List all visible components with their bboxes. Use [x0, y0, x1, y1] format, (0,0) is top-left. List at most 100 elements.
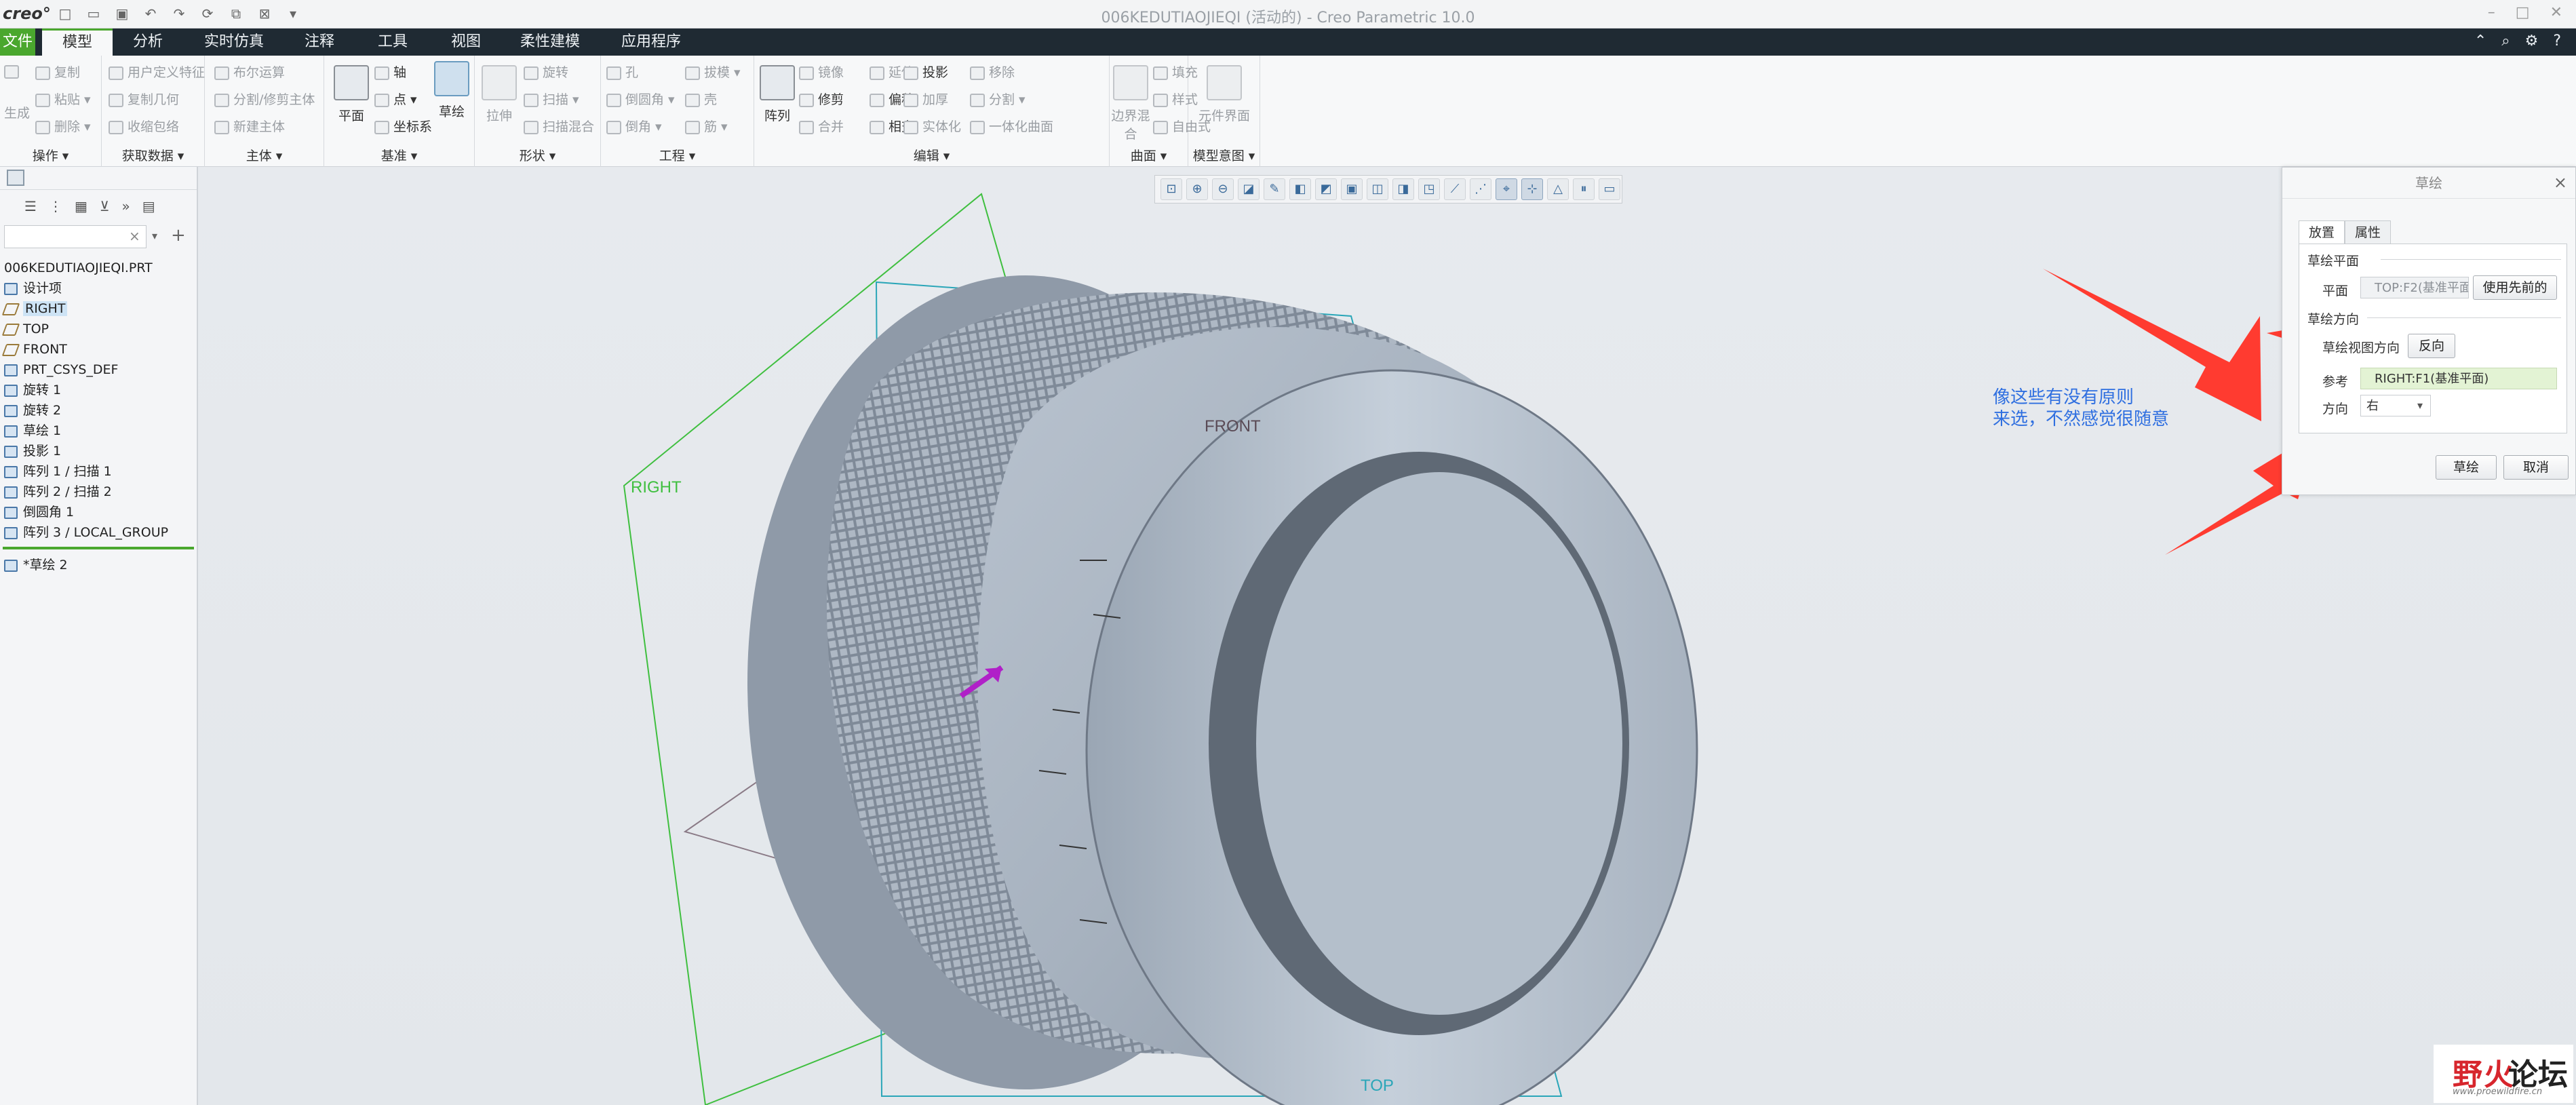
extrude-button[interactable]: 拉伸 [477, 65, 521, 124]
pattern-button[interactable]: 阵列 [757, 65, 798, 124]
model-tree-tab-icon[interactable] [7, 170, 24, 186]
tree-item[interactable]: 旋转 2 [0, 400, 197, 421]
pause-icon[interactable]: ⏸ [1573, 178, 1595, 200]
graphics-viewport[interactable]: RIGHT FRONT TOP [198, 167, 2576, 1105]
zoom-out-icon[interactable]: ⊖ [1212, 178, 1234, 200]
trim-button[interactable]: 修剪 [799, 90, 844, 108]
reference-field[interactable]: RIGHT:F1(基准平面) [2360, 368, 2557, 389]
tree-item[interactable]: 阵列 3 / LOCAL_GROUP [0, 522, 197, 543]
tree-filter-icon[interactable]: ⊻ [100, 198, 110, 214]
group-label-model-intent[interactable]: 模型意图 ▾ [1188, 146, 1260, 164]
minimize-icon[interactable]: – [2488, 4, 2495, 21]
csys-button[interactable]: 坐标系 [374, 117, 432, 135]
tree-item[interactable]: 旋转 1 [0, 380, 197, 400]
shell-button[interactable]: 壳 [685, 90, 717, 108]
tree-item[interactable]: 阵列 2 / 扫描 2 [0, 482, 197, 502]
tab-applications[interactable]: 应用程序 [610, 28, 692, 56]
spin-center-icon[interactable]: ⌖ [1496, 178, 1517, 200]
copy-geometry-button[interactable]: 复制几何 [109, 90, 179, 108]
remove-button[interactable]: 移除 [970, 62, 1015, 81]
thicken-button[interactable]: 加厚 [903, 90, 948, 108]
tree-settings-icon[interactable]: ▤ [142, 198, 155, 214]
project-button[interactable]: 投影 [903, 62, 948, 81]
chamfer-button[interactable]: 倒角 ▾ [606, 117, 662, 135]
tree-item[interactable]: 草绘 1 [0, 421, 197, 441]
paste-button[interactable]: 粘贴 ▾ [35, 90, 91, 108]
tab-tools[interactable]: 工具 [362, 28, 423, 56]
delete-button[interactable]: 删除 ▾ [35, 117, 91, 135]
more-tools-icon[interactable]: ▭ [1599, 178, 1620, 200]
tree-root[interactable]: 006KEDUTIAOJIEQI.PRT [0, 258, 197, 278]
group-label-datum[interactable]: 基准 ▾ [324, 146, 474, 164]
sweep-button[interactable]: 扫描 ▾ [524, 90, 579, 108]
revolve-button[interactable]: 旋转 [524, 62, 568, 81]
tree-item[interactable]: PRT_CSYS_DEF [0, 360, 197, 380]
flip-direction-button[interactable]: 反向 [2408, 334, 2455, 358]
clear-search-icon[interactable]: × [129, 228, 140, 244]
search-dropdown-icon[interactable]: ▾ [152, 229, 157, 242]
zoom-in-icon[interactable]: ⊕ [1186, 178, 1208, 200]
tab-live-simulation[interactable]: 实时仿真 [190, 28, 278, 56]
refit-icon[interactable]: ⊡ [1160, 178, 1182, 200]
udf-button[interactable]: 用户定义特征 [109, 62, 205, 81]
draft-button[interactable]: 拔模 ▾ [685, 62, 741, 81]
shrinkwrap-button[interactable]: 收缩包络 [109, 117, 179, 135]
collapse-ribbon-icon[interactable]: ⌃ [2474, 33, 2486, 50]
annotation-display-icon[interactable]: ⋰ [1470, 178, 1491, 200]
round-button[interactable]: 倒圆角 ▾ [606, 90, 675, 108]
view-manager-icon[interactable]: ✎ [1264, 178, 1285, 200]
cancel-button[interactable]: 取消 [2503, 455, 2569, 480]
close-icon[interactable]: ✕ [2550, 4, 2562, 21]
tab-model[interactable]: 模型 [42, 28, 113, 56]
tree-item[interactable]: TOP [0, 319, 197, 339]
chevron-down-icon[interactable]: ▾ [2417, 399, 2423, 412]
tab-annotate[interactable]: 注释 [289, 28, 350, 56]
repaint-icon[interactable]: ◪ [1238, 178, 1260, 200]
display-style-icon[interactable]: ◧ [1289, 178, 1311, 200]
merge-button[interactable]: 合并 [799, 117, 844, 135]
tree-columns-icon[interactable]: ⋮ [49, 198, 62, 214]
sketch-ok-button[interactable]: 草绘 [2436, 455, 2497, 480]
shading-icon[interactable]: △ [1547, 178, 1569, 200]
settings-icon[interactable]: ⚙ [2525, 33, 2539, 50]
orient-icon[interactable]: ◳ [1418, 178, 1440, 200]
tab-view[interactable]: 视图 [435, 28, 496, 56]
tab-file[interactable]: 文件 [0, 28, 35, 56]
group-label-editing[interactable]: 编辑 ▾ [754, 146, 1109, 164]
tree-item[interactable]: RIGHT [0, 298, 197, 319]
boolean-button[interactable]: 布尔运算 [214, 62, 285, 81]
sketch-button[interactable]: 草绘 [431, 61, 472, 120]
sketch-view-icon[interactable]: ⊹ [1521, 178, 1543, 200]
tab-placement[interactable]: 放置 [2299, 220, 2345, 244]
mirror-button[interactable]: 镜像 [799, 62, 844, 81]
insert-here-marker[interactable] [3, 547, 194, 549]
group-label-get-data[interactable]: 获取数据 ▾ [102, 146, 204, 164]
group-label-body[interactable]: 主体 ▾ [205, 146, 324, 164]
tree-item[interactable]: FRONT [0, 339, 197, 360]
help-icon[interactable]: ? [2553, 33, 2561, 50]
tree-search-input[interactable] [4, 225, 147, 248]
datum-display-icon[interactable]: ⟋ [1444, 178, 1466, 200]
tree-item[interactable]: 设计项 [0, 278, 197, 298]
boundary-blend-button[interactable]: 边界混合 [1110, 65, 1152, 142]
component-interface-button[interactable]: 元件界面 [1191, 65, 1257, 124]
tree-view-icon[interactable]: ☰ [24, 198, 37, 214]
group-label-operations[interactable]: 操作 ▾ [0, 146, 101, 164]
saved-views-icon[interactable]: ◩ [1315, 178, 1337, 200]
rib-button[interactable]: 筋 ▾ [685, 117, 728, 135]
use-previous-button[interactable]: 使用先前的 [2473, 275, 2557, 300]
group-label-engineering[interactable]: 工程 ▾ [601, 146, 754, 164]
search-icon[interactable]: ⌕ [2501, 33, 2510, 50]
perspective-icon[interactable]: ▣ [1341, 178, 1363, 200]
swept-blend-button[interactable]: 扫描混合 [524, 117, 594, 135]
maximize-icon[interactable]: □ [2516, 4, 2530, 21]
unify-surface-button[interactable]: 一体化曲面 [970, 117, 1053, 135]
expand-more-icon[interactable]: » [121, 198, 130, 214]
copy-button[interactable]: 复制 [35, 62, 80, 81]
tab-properties[interactable]: 属性 [2345, 220, 2392, 244]
hole-button[interactable]: 孔 [606, 62, 638, 81]
tree-item-active-sketch[interactable]: *草绘 2 [0, 555, 197, 575]
add-filter-icon[interactable]: + [171, 225, 186, 246]
solidify-button[interactable]: 实体化 [903, 117, 961, 135]
section-icon[interactable]: ◫ [1367, 178, 1388, 200]
